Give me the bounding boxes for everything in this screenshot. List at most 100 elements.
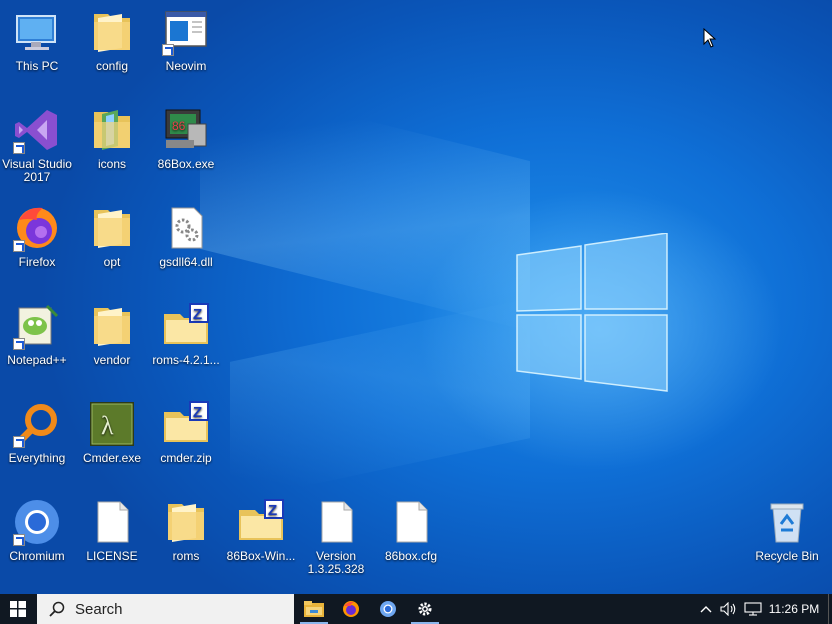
recycle-icon <box>763 498 811 546</box>
desktop-icon-chromium[interactable]: Chromium <box>0 498 74 563</box>
pc-icon <box>13 8 61 56</box>
zip-icon: Z <box>237 498 285 546</box>
file-icon <box>387 498 435 546</box>
desktop-icon-version-1-3-25-328[interactable]: Version 1.3.25.328 <box>299 498 373 576</box>
network-icon <box>744 602 762 616</box>
zip-icon: Z <box>162 400 210 448</box>
firefox-icon <box>13 204 61 252</box>
desktop-icon-86box-win[interactable]: Z 86Box-Win... <box>224 498 298 563</box>
desktop-icon-label: roms-4.2.1... <box>152 353 220 367</box>
tray-volume[interactable] <box>719 594 739 624</box>
file-explorer-icon <box>304 601 324 617</box>
desktop-icon-cmder-exe[interactable]: λ Cmder.exe <box>75 400 149 465</box>
desktop-icon-label: Notepad++ <box>7 353 67 367</box>
svg-text:86: 86 <box>172 119 186 133</box>
desktop-icon-label: LICENSE <box>86 549 138 563</box>
light-beam-upper <box>200 78 530 332</box>
desktop-icon-label: 86Box-Win... <box>226 549 296 563</box>
cmder-icon: λ <box>88 400 136 448</box>
desktop-icon-label: Recycle Bin <box>755 549 819 563</box>
chromium-icon <box>380 601 396 617</box>
folder-icon <box>88 204 136 252</box>
start-button[interactable] <box>0 594 36 624</box>
tray-clock[interactable]: 11:26 PM <box>765 594 823 624</box>
desktop-icon-label: config <box>95 59 129 73</box>
desktop-icon-opt[interactable]: opt <box>75 204 149 269</box>
windows-logo-wallpaper <box>516 233 668 392</box>
dll-icon <box>162 204 210 252</box>
desktop-icon-config[interactable]: config <box>75 8 149 73</box>
desktop-icon-label: 86box.cfg <box>384 549 438 563</box>
desktop-icon-notepad[interactable]: Notepad++ <box>0 302 74 367</box>
search-placeholder: Search <box>75 600 123 618</box>
desktop-icon-this-pc[interactable]: This PC <box>0 8 74 73</box>
file-icon <box>312 498 360 546</box>
desktop-icon-recycle-bin[interactable]: Recycle Bin <box>750 498 824 563</box>
neovim-icon <box>162 8 210 56</box>
desktop-icon-label: cmder.zip <box>160 451 212 465</box>
shortcut-arrow-icon <box>162 44 174 56</box>
desktop-icon-86box-exe[interactable]: 86 86Box.exe <box>149 106 223 171</box>
taskbar-file-explorer[interactable] <box>296 594 332 624</box>
svg-text:Z: Z <box>193 404 202 421</box>
tray-network[interactable] <box>743 594 763 624</box>
desktop-icon-roms[interactable]: roms <box>149 498 223 563</box>
desktop-icon-firefox[interactable]: Firefox <box>0 204 74 269</box>
desktop-icon-label: Chromium <box>9 549 65 563</box>
shortcut-arrow-icon <box>13 338 25 350</box>
speaker-icon <box>720 602 736 616</box>
desktop-icon-label: Neovim <box>165 59 207 73</box>
chevron-up-icon <box>700 606 712 613</box>
folder-green-icon <box>88 106 136 154</box>
shortcut-arrow-icon <box>13 240 25 252</box>
firefox-icon <box>343 601 359 617</box>
svg-text:Z: Z <box>193 306 202 323</box>
shortcut-arrow-icon <box>13 436 25 448</box>
settings-icon <box>418 602 432 616</box>
show-desktop-button[interactable] <box>828 594 832 624</box>
desktop-icon-label: Everything <box>8 451 66 465</box>
desktop-icon-gsdll64-dll[interactable]: gsdll64.dll <box>149 204 223 269</box>
desktop-icon-label: This PC <box>15 59 59 73</box>
mouse-cursor-icon <box>703 28 717 48</box>
chromium-icon <box>13 498 61 546</box>
shortcut-arrow-icon <box>13 534 25 546</box>
folder-icon <box>88 8 136 56</box>
desktop-icon-label: roms <box>172 549 200 563</box>
notepadpp-icon <box>13 302 61 350</box>
tray-show-hidden-icons[interactable] <box>698 594 714 624</box>
desktop-icon-label: Firefox <box>18 255 56 269</box>
desktop-icon-vendor[interactable]: vendor <box>75 302 149 367</box>
desktop-icon-label: vendor <box>93 353 131 367</box>
desktop-icon-cmder-zip[interactable]: Zcmder.zip <box>149 400 223 465</box>
everything-icon <box>13 400 61 448</box>
desktop-icon-visual-studio-2017[interactable]: Visual Studio 2017 <box>0 106 74 184</box>
desktop-icon-license[interactable]: LICENSE <box>75 498 149 563</box>
folder-icon <box>162 498 210 546</box>
file-icon <box>88 498 136 546</box>
desktop-icon-label: Version 1.3.25.328 <box>307 549 365 576</box>
taskbar-settings[interactable] <box>407 594 443 624</box>
taskbar-firefox[interactable] <box>333 594 369 624</box>
taskbar: Search 11:26 PM <box>0 594 832 624</box>
svg-text:λ: λ <box>101 411 114 440</box>
taskbar-chromium[interactable] <box>370 594 406 624</box>
search-icon <box>49 601 65 617</box>
taskbar-search-box[interactable]: Search <box>37 594 294 624</box>
desktop: This PC config Neovim Visual Studio 2017 ico… <box>0 0 832 594</box>
desktop-icon-icons[interactable]: icons <box>75 106 149 171</box>
desktop-icon-neovim[interactable]: Neovim <box>149 8 223 73</box>
desktop-icon-everything[interactable]: Everything <box>0 400 74 465</box>
86box-icon: 86 <box>162 106 210 154</box>
desktop-icon-roms-4-2-1[interactable]: Zroms-4.2.1... <box>149 302 223 367</box>
vs-icon <box>13 106 61 154</box>
desktop-icon-label: 86Box.exe <box>157 157 215 171</box>
desktop-icon-86box-cfg[interactable]: 86box.cfg <box>374 498 448 563</box>
light-beam-lower <box>230 298 530 502</box>
desktop-icon-label: icons <box>97 157 126 171</box>
svg-text:Z: Z <box>268 502 277 519</box>
desktop-icon-label: opt <box>103 255 121 269</box>
folder-icon <box>88 302 136 350</box>
desktop-icon-label: Cmder.exe <box>82 451 142 465</box>
desktop-icon-label: Visual Studio 2017 <box>2 157 72 184</box>
